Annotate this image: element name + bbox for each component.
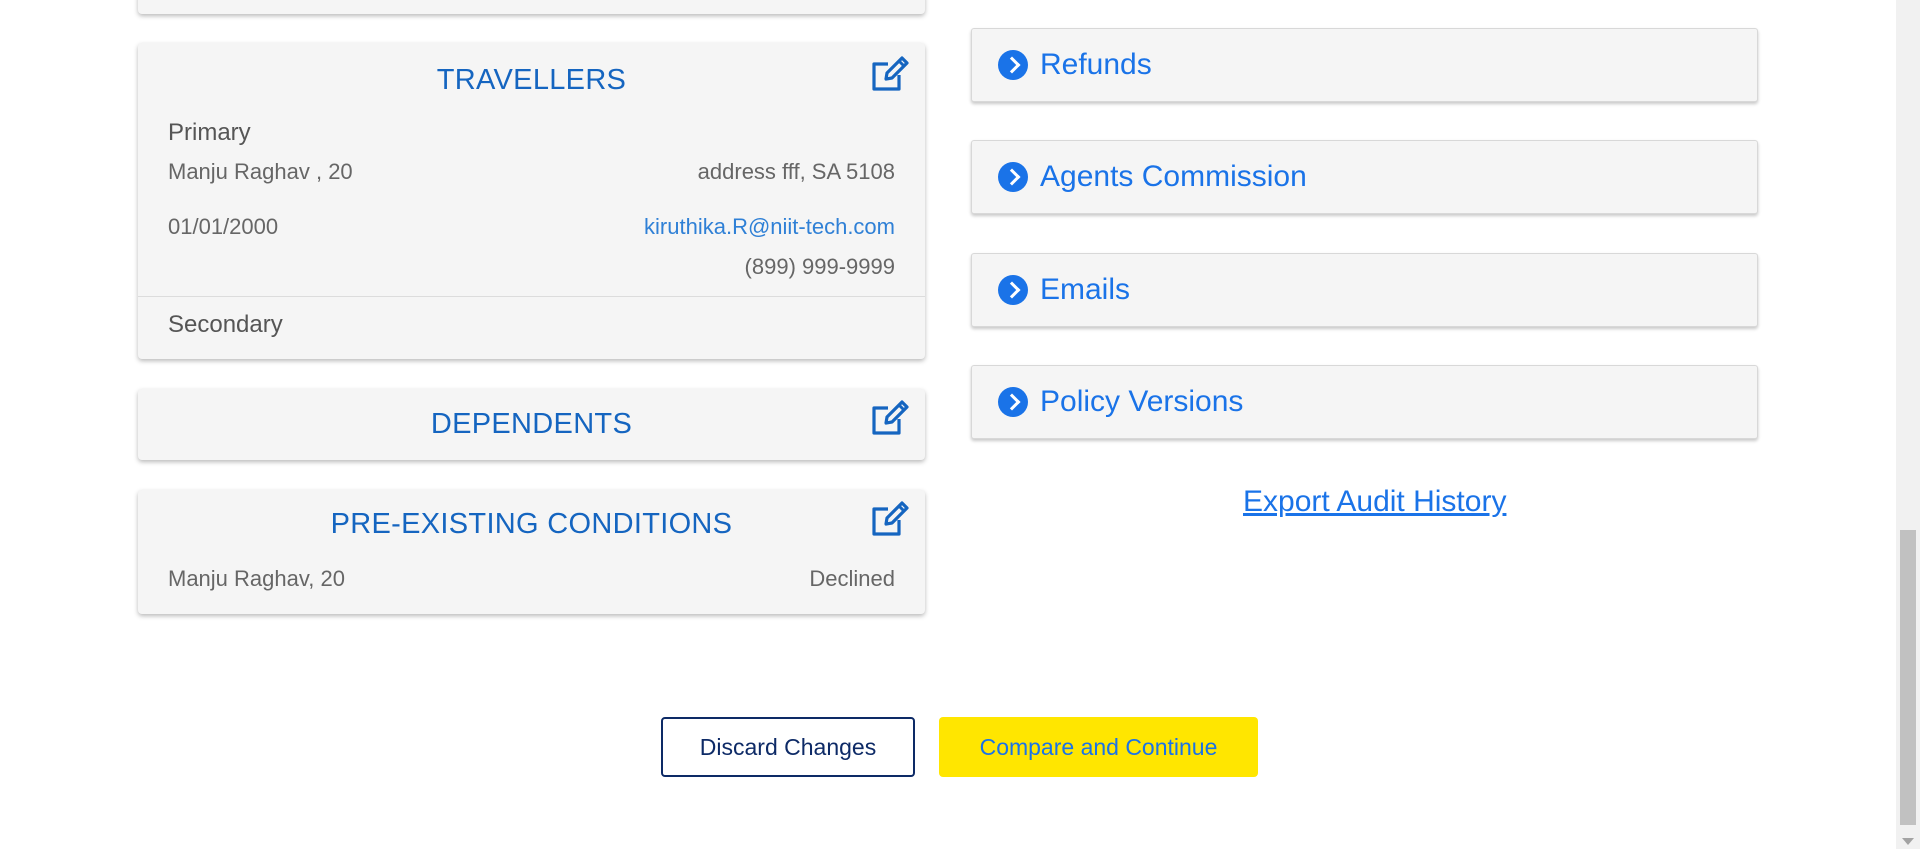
accordion-label: Policy Versions	[1040, 385, 1244, 418]
divider	[138, 296, 925, 297]
edit-pre-existing-button[interactable]	[869, 498, 911, 540]
secondary-label: Secondary	[168, 311, 283, 338]
accordion-refunds[interactable]: Refunds	[971, 28, 1758, 102]
accordion-label: Emails	[1040, 273, 1131, 306]
primary-email[interactable]: kiruthika.R@niit-tech.com	[644, 214, 895, 240]
condition-status: Declined	[809, 566, 895, 591]
condition-traveller: Manju Raghav, 20	[168, 566, 345, 591]
primary-name-age: Manju Raghav , 20	[168, 159, 353, 184]
policy-page: TRAVELLERS Primary Manju Raghav , 20 add…	[0, 0, 1920, 849]
edit-dependents-button[interactable]	[869, 397, 911, 439]
dependents-card: DEPENDENTS	[138, 389, 925, 460]
dependents-title: DEPENDENTS	[430, 408, 633, 440]
previous-card	[138, 0, 925, 14]
primary-label: Primary	[168, 119, 251, 146]
discard-changes-button[interactable]: Discard Changes	[661, 717, 915, 777]
edit-icon	[872, 56, 909, 91]
compare-and-continue-button[interactable]: Compare and Continue	[939, 717, 1258, 777]
scrollbar-thumb[interactable]	[1900, 530, 1916, 825]
chevron-right-circle-icon	[998, 162, 1028, 192]
accordion-label: Refunds	[1040, 48, 1152, 81]
vertical-scrollbar[interactable]	[1896, 0, 1920, 849]
export-audit-history-link[interactable]: Export Audit History	[1243, 485, 1506, 519]
accordion-emails[interactable]: Emails	[971, 253, 1758, 327]
accordion-agents-commission[interactable]: Agents Commission	[971, 140, 1758, 214]
scroll-down-arrow-icon[interactable]	[1902, 838, 1914, 845]
primary-address: address fff, SA 5108	[697, 159, 895, 184]
pre-existing-title: PRE-EXISTING CONDITIONS	[330, 508, 733, 540]
primary-phone: (899) 999-9999	[744, 254, 895, 279]
accordion-label: Agents Commission	[1040, 160, 1307, 193]
edit-icon	[872, 400, 909, 435]
chevron-right-circle-icon	[998, 50, 1028, 80]
chevron-right-circle-icon	[998, 387, 1028, 417]
pre-existing-conditions-card: PRE-EXISTING CONDITIONS Manju Raghav, 20…	[138, 490, 925, 614]
edit-travellers-button[interactable]	[869, 53, 911, 95]
travellers-card: TRAVELLERS Primary Manju Raghav , 20 add…	[138, 43, 925, 359]
primary-dob: 01/01/2000	[168, 214, 279, 239]
chevron-right-circle-icon	[998, 275, 1028, 305]
travellers-title: TRAVELLERS	[436, 64, 627, 96]
accordion-policy-versions[interactable]: Policy Versions	[971, 365, 1758, 439]
edit-icon	[872, 501, 909, 536]
